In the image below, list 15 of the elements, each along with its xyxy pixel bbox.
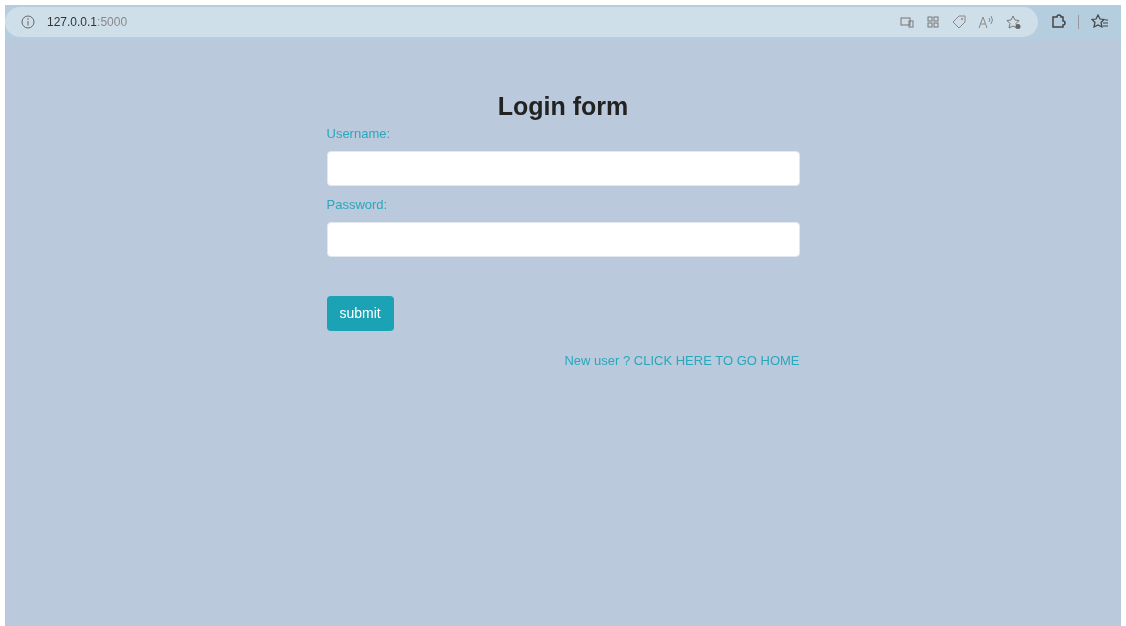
read-aloud-icon[interactable]: [978, 15, 994, 29]
tag-icon[interactable]: [952, 15, 966, 29]
field-label: Username:: [326, 125, 392, 143]
info-icon[interactable]: [21, 15, 35, 29]
favorites-icon[interactable]: [1091, 14, 1109, 30]
url-text[interactable]: 127.0.0.1:5000: [47, 13, 128, 31]
device-icon[interactable]: [900, 16, 914, 28]
apps-icon[interactable]: [926, 15, 940, 29]
input-field[interactable]: [326, 151, 800, 186]
favorite-icon[interactable]: [1006, 14, 1022, 30]
extensions-icon[interactable]: [1050, 14, 1066, 30]
field-label: Password:: [326, 196, 389, 214]
address-bar[interactable]: 127.0.0.1:5000: [5, 7, 1038, 37]
form-title: Login form: [497, 91, 629, 122]
input-field[interactable]: [326, 222, 800, 257]
